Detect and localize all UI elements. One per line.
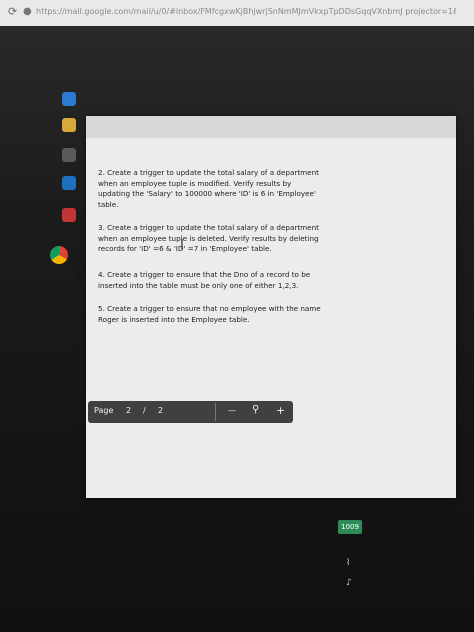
wifi-icon[interactable]: ⌇ — [346, 558, 350, 568]
question-text: Create a trigger to ensure that no emplo… — [98, 304, 321, 324]
browser-address-bar[interactable]: ⟳ ● https://mail.google.com/mail/u/0/#in… — [0, 0, 474, 26]
question-3: 3. Create a trigger to update the total … — [98, 223, 323, 255]
viewer-header — [86, 116, 456, 138]
question-4: 4. Create a trigger to ensure that the D… — [98, 270, 323, 291]
zoom-in-button[interactable]: + — [276, 404, 285, 417]
question-5: 5. Create a trigger to ensure that no em… — [98, 304, 323, 325]
clock[interactable]: 1009 — [338, 520, 362, 534]
mail-icon[interactable] — [62, 176, 76, 190]
question-text: Create a trigger to update the total sal… — [98, 168, 319, 209]
page-label: Page — [94, 406, 114, 415]
question-number: 2. — [98, 168, 105, 177]
question-number: 5. — [98, 304, 105, 313]
secure-lock-icon: ● — [23, 6, 32, 17]
taskbar — [0, 26, 86, 632]
total-pages: 2 — [158, 406, 164, 415]
page-zoom-toolbar: Page 2 / 2 — ⚲ + — [88, 401, 293, 423]
zoom-out-button[interactable]: — — [228, 406, 236, 415]
system-tray: ⌇ ♪ — [338, 418, 378, 618]
question-text: Create a trigger to ensure that the Dno … — [98, 270, 311, 290]
app-icon[interactable] — [62, 208, 76, 222]
edge-icon[interactable] — [62, 92, 76, 106]
file-explorer-icon[interactable] — [62, 118, 76, 132]
url-field[interactable]: https://mail.google.com/mail/u/0/#inbox/… — [36, 7, 456, 19]
question-text: Create a trigger to update the total sal… — [98, 223, 319, 253]
search-zoom-icon[interactable]: ⚲ — [252, 404, 259, 415]
current-page[interactable]: 2 — [126, 406, 131, 415]
question-2: 2. Create a trigger to update the total … — [98, 168, 323, 210]
question-number: 4. — [98, 270, 105, 279]
volume-icon[interactable]: ♪ — [346, 578, 352, 588]
text-cursor-icon: I — [180, 238, 184, 253]
question-number: 3. — [98, 223, 105, 232]
store-icon[interactable] — [62, 148, 76, 162]
refresh-icon[interactable]: ⟳ — [8, 5, 17, 18]
chrome-icon[interactable] — [50, 246, 68, 264]
page-divider: / — [143, 406, 146, 415]
toolbar-separator — [215, 403, 216, 421]
